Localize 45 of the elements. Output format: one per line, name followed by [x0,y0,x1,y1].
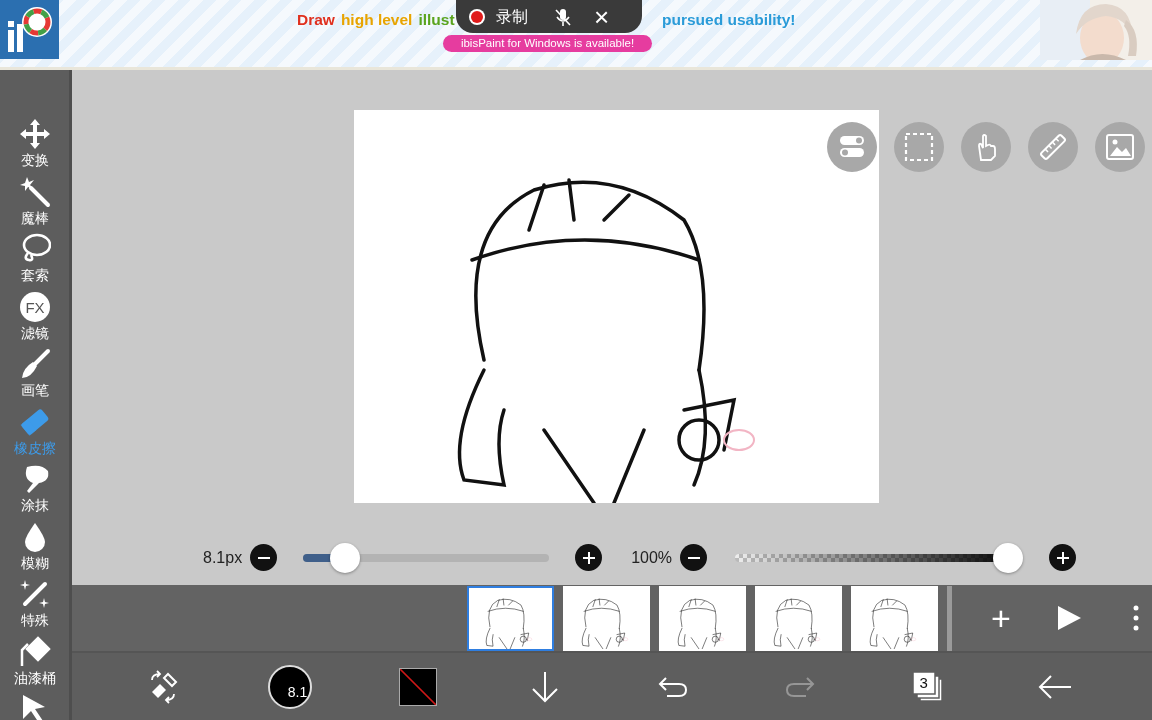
color-swatch[interactable] [398,667,437,706]
minus-icon [257,556,270,559]
ad-headline: pursued usability! [662,10,796,30]
merge-down-button[interactable] [530,669,561,704]
brush-size-button[interactable]: 8.1 [268,664,313,709]
ruler-icon [1038,132,1068,162]
ad-headline-word: high level [340,10,413,30]
tool-button[interactable]: 涂抹 [0,463,69,521]
tool-button[interactable]: 画笔 [0,348,69,406]
filter-icon: FX [18,290,51,323]
tool-button[interactable]: 特殊 [0,578,69,636]
back-button[interactable] [1038,673,1073,700]
ad-headline-word: illust [418,10,455,30]
tool-button[interactable]: FX 滤镜 [0,290,69,348]
tool-button[interactable]: 模糊 [0,520,69,578]
minus-icon [687,556,700,559]
ad-notice[interactable]: ibisPaint for Windows is available! [443,35,652,52]
decrease-button[interactable] [680,544,708,571]
tool-button[interactable]: 魔棒 [0,175,69,233]
opacity-value: 100% [631,547,673,568]
add-frame-button[interactable]: + [981,601,1021,635]
tool-button[interactable]: 套索 [0,233,69,291]
more-button[interactable] [1133,605,1139,631]
record-icon[interactable] [468,7,486,26]
slider-thumb[interactable] [329,542,360,573]
increase-button[interactable] [1049,544,1077,571]
paint-bucket-icon [18,635,51,668]
move-arrows-icon [18,118,51,150]
tool-button[interactable]: 油漆桶 [0,635,69,693]
recording-label[interactable]: 录制 [496,4,528,29]
increase-button[interactable] [575,544,603,571]
opacity-slider[interactable] [733,542,1024,573]
magic-wand-icon [18,175,51,208]
decrease-button[interactable] [250,544,278,571]
selection-icon [904,132,934,162]
layers-button[interactable]: 3 [910,669,945,704]
ad-headline-word: Draw [297,10,335,30]
plus-icon [582,551,595,564]
plus-icon [1056,551,1069,564]
slider-thumb[interactable] [993,542,1024,573]
brush-size-value: 8.1px [203,547,243,568]
play-button[interactable] [1056,605,1082,631]
close-button[interactable]: × [594,3,610,30]
image-icon [1105,132,1135,162]
tool-button[interactable]: 变换 [0,118,69,176]
